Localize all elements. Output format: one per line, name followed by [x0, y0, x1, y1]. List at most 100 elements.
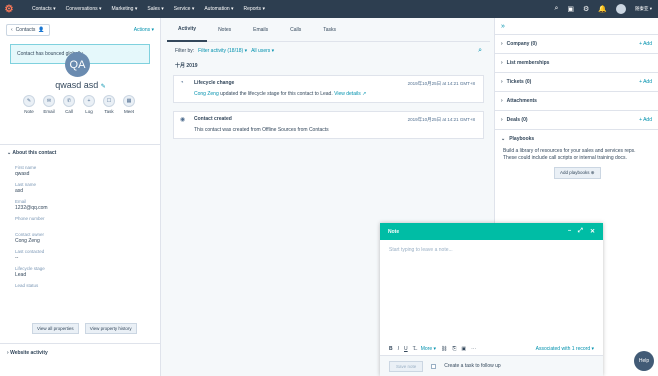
chevron-left-icon: ‹ — [11, 27, 13, 33]
nav-automation[interactable]: Automation ▾ — [204, 6, 233, 12]
collapse-sidebar-icon[interactable]: » — [495, 18, 658, 34]
nav-service[interactable]: Service ▾ — [174, 6, 195, 12]
actor-link[interactable]: Cong Zeng — [194, 91, 219, 97]
company-section[interactable]: › Company (0) + Add — [495, 34, 658, 53]
playbooks-description: Build a library of resources for your sa… — [503, 148, 636, 161]
timeline-card-lifecycle[interactable]: ◔ Lifecycle change 2019年10月25日 at 14:21 … — [173, 75, 484, 103]
insert-link-icon[interactable]: ⛓ — [441, 346, 447, 352]
log-action-button[interactable]: + Log — [82, 95, 96, 114]
attachments-section[interactable]: › Attachments — [495, 91, 658, 110]
deals-section[interactable]: › Deals (0) + Add — [495, 110, 658, 129]
marketplace-icon[interactable]: ▣ — [567, 5, 574, 13]
timeline-tabs: Activity Notes Emails Calls Tasks — [167, 18, 490, 42]
view-property-history-button[interactable]: View property history — [84, 323, 137, 334]
property-lifecycle-stage[interactable]: Lifecycle stage Lead — [15, 266, 155, 278]
card-text: updated the lifecycle stage for this con… — [218, 91, 335, 97]
email-action-button[interactable]: ✉ Email — [42, 95, 56, 114]
all-users-dropdown[interactable]: All users ▾ — [251, 48, 274, 54]
italic-icon[interactable]: I — [398, 346, 399, 352]
about-section-title: About this contact — [12, 150, 57, 156]
user-avatar[interactable] — [615, 4, 626, 14]
property-contact-owner[interactable]: Contact owner Cong Zeng — [15, 232, 155, 244]
section-title: Playbooks — [509, 136, 535, 142]
top-navigation: ⚙ Contacts ▾ Conversations ▾ Marketing ▾… — [0, 0, 658, 18]
meet-action-button[interactable]: ▦ Meet — [122, 95, 136, 114]
tab-activity[interactable]: Activity — [167, 18, 208, 42]
notifications-icon[interactable]: 🔔 — [598, 5, 607, 13]
back-to-contacts-button[interactable]: ‹ Contacts 👤 — [6, 24, 50, 36]
timeline-card-created[interactable]: ◉ Contact created 2019年10月25日 at 14:21 G… — [173, 111, 484, 139]
tickets-section[interactable]: › Tickets (0) + Add — [495, 72, 658, 91]
user-menu[interactable]: 随秦亚 ▾ — [635, 6, 652, 12]
attach-file-icon[interactable]: ⎘ — [452, 346, 456, 352]
tab-notes[interactable]: Notes — [207, 18, 242, 42]
image-icon[interactable]: ▣ — [461, 346, 466, 352]
nav-sales[interactable]: Sales ▾ — [147, 6, 163, 12]
chevron-down-icon: ⌄ — [501, 136, 506, 142]
add-playbooks-button[interactable]: Add playbooks ⊕ — [554, 167, 601, 179]
save-note-button[interactable]: Save note — [389, 360, 424, 372]
nav-contacts[interactable]: Contacts ▾ — [32, 6, 56, 12]
expand-icon[interactable]: ⤢ — [578, 228, 583, 235]
property-last-name[interactable]: Last name asd — [15, 182, 155, 194]
note-action-button[interactable]: ✎ Note — [22, 95, 36, 114]
property-last-contacted[interactable]: Last contacted -- — [15, 249, 155, 261]
edit-pencil-icon[interactable]: ✎ — [101, 84, 106, 90]
view-details-link[interactable]: View details ↗ — [334, 91, 366, 97]
note-toolbar: B I U T̶ More ▾ ⛓ ⎘ ▣ ⋯ Associated with … — [380, 343, 603, 355]
property-first-name[interactable]: First name qwasd — [15, 165, 155, 177]
add-company-button[interactable]: + Add — [639, 41, 652, 47]
calendar-icon: ▦ — [123, 95, 135, 107]
list-memberships-section[interactable]: › List memberships — [495, 53, 658, 72]
property-value: qwasd — [15, 171, 30, 177]
add-deal-button[interactable]: + Add — [639, 117, 652, 123]
add-ticket-button[interactable]: + Add — [639, 79, 652, 85]
card-timestamp: 2019年10月25日 at 14:21 GMT+8 — [407, 117, 475, 122]
bold-icon[interactable]: B — [389, 346, 393, 352]
hubspot-logo-icon[interactable]: ⚙ — [0, 0, 18, 18]
search-icon[interactable]: ⌕ — [478, 47, 482, 55]
task-action-button[interactable]: ☐ Task — [102, 95, 116, 114]
playbooks-section[interactable]: ⌄ Playbooks — [495, 129, 658, 148]
help-button[interactable]: Help — [634, 351, 654, 371]
underline-icon[interactable]: U — [404, 346, 408, 352]
filter-bar: Filter by: Filter activity (18/18) ▾ All… — [167, 42, 490, 60]
search-icon[interactable]: ⌕ — [554, 5, 558, 13]
chevron-right-icon: › — [501, 60, 503, 66]
person-icon: 👤 — [38, 27, 45, 33]
website-activity-toggle[interactable]: › Website activity — [7, 350, 48, 356]
about-section-toggle[interactable]: ⌄ About this contact — [7, 150, 56, 156]
property-email[interactable]: Email 1232@qq.com — [15, 199, 155, 211]
more-icon[interactable]: ⋯ — [471, 346, 476, 352]
lifecycle-icon: ◔ — [180, 80, 184, 86]
close-icon[interactable]: ✕ — [590, 228, 595, 235]
property-phone[interactable]: Phone number — [15, 216, 155, 222]
log-action-label: Log — [85, 109, 93, 114]
follow-up-checkbox[interactable] — [431, 363, 437, 369]
nav-marketing[interactable]: Marketing ▾ — [112, 6, 138, 12]
settings-icon[interactable]: ⚙ — [583, 5, 589, 13]
tab-calls[interactable]: Calls — [279, 18, 312, 42]
email-icon: ✉ — [43, 95, 55, 107]
filter-by-label: Filter by: — [175, 48, 195, 54]
minimize-icon[interactable]: – — [568, 228, 571, 235]
nav-conversations[interactable]: Conversations ▾ — [66, 6, 102, 12]
email-action-label: Email — [43, 109, 55, 114]
filter-activity-dropdown[interactable]: Filter activity (18/18) ▾ — [198, 48, 247, 54]
card-body: This contact was created from Offline So… — [194, 127, 329, 133]
tab-tasks[interactable]: Tasks — [312, 18, 347, 42]
card-timestamp: 2019年10月25日 at 14:21 GMT+8 — [407, 81, 475, 86]
more-formatting-dropdown[interactable]: More ▾ — [421, 346, 436, 352]
note-header: Note – ⤢ ✕ — [380, 223, 603, 240]
nav-reports[interactable]: Reports ▾ — [244, 6, 265, 12]
note-composer: Note – ⤢ ✕ Start typing to leave a note.… — [380, 223, 603, 376]
associated-records-dropdown[interactable]: Associated with 1 record ▾ — [536, 346, 594, 352]
view-all-properties-button[interactable]: View all properties — [32, 323, 79, 334]
tab-emails[interactable]: Emails — [242, 18, 279, 42]
note-footer: Save note Create a task to follow up — [380, 355, 603, 376]
property-lead-status[interactable]: Lead status — [15, 283, 155, 289]
actions-dropdown[interactable]: Actions ▾ — [134, 27, 154, 33]
strikethrough-icon[interactable]: T̶ — [413, 346, 416, 352]
call-action-button[interactable]: ✆ Call — [62, 95, 76, 114]
note-text-input[interactable]: Start typing to leave a note... — [380, 240, 603, 343]
